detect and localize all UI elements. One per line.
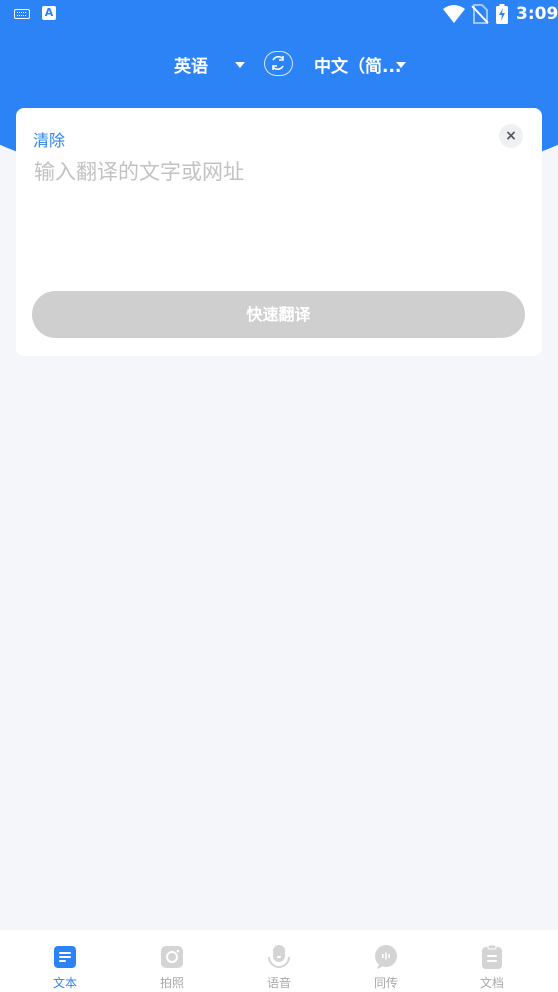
clock: 3:09 — [516, 4, 558, 24]
language-bar: 英语 中文（简... — [0, 46, 558, 82]
close-icon[interactable]: × — [499, 124, 523, 148]
status-bar: A 3:09 — [0, 0, 558, 28]
document-text-icon — [54, 946, 76, 968]
microphone-icon — [268, 945, 290, 968]
nav-tab-voice[interactable]: 语音 — [239, 930, 319, 992]
chat-bubble-icon — [375, 945, 397, 969]
translation-text-input[interactable] — [34, 156, 494, 256]
camera-icon — [161, 946, 183, 968]
app-screen: A 3:09 英语 中文（简... 清除 × 输入翻译的文字或网址 快速翻译 文… — [0, 0, 558, 992]
nav-tab-simultaneous[interactable]: 同传 — [346, 930, 426, 992]
bottom-navigation: 文本 拍照 语音 同传 文档 — [0, 930, 558, 992]
clipboard-icon — [482, 945, 502, 969]
battery-charging-icon — [496, 4, 508, 28]
nav-tab-document[interactable]: 文档 — [452, 930, 532, 992]
keyboard-icon — [14, 9, 30, 19]
no-sim-icon — [471, 4, 489, 28]
translation-input-card: 清除 × 快速翻译 — [16, 108, 542, 356]
wifi-icon — [443, 5, 465, 27]
swap-icon — [272, 55, 284, 71]
clear-button[interactable]: 清除 — [33, 127, 65, 151]
nav-label: 语音 — [266, 976, 291, 990]
a-letter-icon: A — [42, 6, 56, 20]
nav-label: 文本 — [52, 976, 77, 990]
nav-label: 文档 — [479, 976, 504, 990]
nav-tab-photo[interactable]: 拍照 — [132, 930, 212, 992]
nav-label: 同传 — [373, 976, 398, 990]
source-language-selector[interactable]: 英语 — [174, 52, 208, 77]
nav-tab-text[interactable]: 文本 — [25, 930, 105, 992]
nav-label: 拍照 — [159, 976, 184, 990]
chevron-down-icon[interactable] — [396, 62, 406, 68]
chevron-down-icon[interactable] — [235, 62, 245, 68]
quick-translate-button[interactable]: 快速翻译 — [32, 291, 525, 338]
swap-languages-button[interactable] — [264, 51, 293, 76]
target-language-selector[interactable]: 中文（简... — [314, 52, 401, 77]
